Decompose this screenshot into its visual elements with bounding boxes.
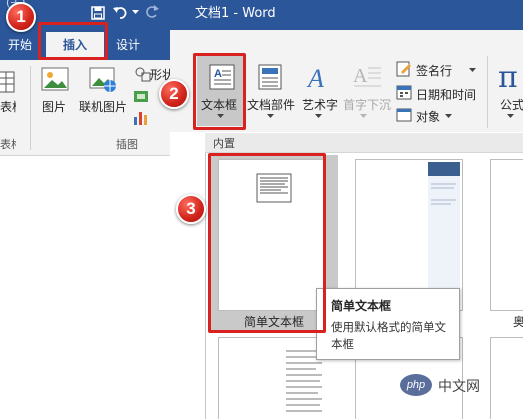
undo-dropdown-icon[interactable]: [132, 10, 139, 15]
quickparts-dropdown-icon[interactable]: [267, 114, 274, 119]
tooltip-title: 简单文本框: [331, 299, 392, 313]
online-pictures-button-label[interactable]: 联机图片: [79, 98, 127, 115]
equation-button-label[interactable]: 公式: [500, 96, 523, 113]
object-dropdown-icon[interactable]: [445, 114, 452, 119]
ribbon-separator: [487, 56, 488, 128]
quickparts-button-label[interactable]: 文档部件: [247, 96, 295, 113]
dropcap-icon[interactable]: A: [352, 62, 382, 92]
callout-box-simple-textbox: [208, 153, 326, 333]
table-icon[interactable]: [0, 70, 16, 94]
callout-box-textbox: [193, 53, 246, 130]
signature-line-icon[interactable]: [396, 61, 412, 77]
watermark: php 中文网: [400, 374, 510, 398]
tooltip: 简单文本框 使用默认格式的简单文本框: [316, 288, 460, 360]
save-icon[interactable]: [91, 6, 105, 20]
smartart-icon[interactable]: [132, 88, 150, 104]
svg-text:A: A: [353, 65, 368, 87]
window-title: 文档1 - Word: [195, 6, 276, 21]
redo-icon[interactable]: [146, 4, 160, 18]
gallery-section-label: 内置: [213, 137, 235, 150]
ribbon-separator: [30, 66, 31, 150]
wordart-icon[interactable]: A: [305, 62, 333, 92]
step-badge-2: 2: [159, 79, 189, 109]
calendar-icon[interactable]: [396, 84, 412, 100]
dropcap-dropdown-icon[interactable]: [360, 114, 367, 119]
gallery-item-third[interactable]: [490, 159, 523, 311]
tab-design[interactable]: 设计: [108, 32, 148, 58]
gallery-section-header: [205, 133, 523, 153]
datetime-label[interactable]: 日期和时间: [416, 86, 476, 103]
step-badge-3: 3: [176, 194, 206, 224]
dropcap-button-label[interactable]: 首字下沉: [343, 96, 391, 113]
gallery-item-label[interactable]: 奥: [513, 313, 523, 330]
svg-text:A: A: [306, 64, 324, 92]
table-button-label[interactable]: 表格: [0, 98, 16, 115]
quickparts-icon[interactable]: [257, 64, 283, 90]
watermark-logo: php: [400, 374, 432, 396]
chart-icon[interactable]: [132, 108, 150, 126]
pictures-button-label[interactable]: 图片: [42, 98, 66, 115]
undo-icon[interactable]: [112, 5, 130, 19]
object-icon[interactable]: [396, 107, 412, 123]
signature-dropdown-icon[interactable]: [469, 68, 476, 73]
object-label[interactable]: 对象: [416, 108, 440, 125]
illustrations-group-label: 插图: [116, 138, 138, 151]
tooltip-description: 使用默认格式的简单文本框: [331, 320, 446, 351]
online-picture-icon[interactable]: [88, 66, 120, 94]
table-group-label: 表格: [0, 138, 16, 151]
equation-icon[interactable]: π: [498, 60, 518, 95]
wordart-dropdown-icon[interactable]: [315, 114, 322, 119]
step-badge-1: 1: [6, 2, 36, 32]
callout-box-insert-tab: [38, 22, 108, 60]
signature-line-label[interactable]: 签名行: [416, 62, 452, 79]
equation-dropdown-icon[interactable]: [507, 114, 514, 119]
wordart-button-label[interactable]: 艺术字: [302, 96, 338, 113]
tab-home[interactable]: 开始: [2, 32, 38, 58]
picture-icon[interactable]: [40, 66, 70, 94]
watermark-text: 中文网: [438, 379, 480, 395]
